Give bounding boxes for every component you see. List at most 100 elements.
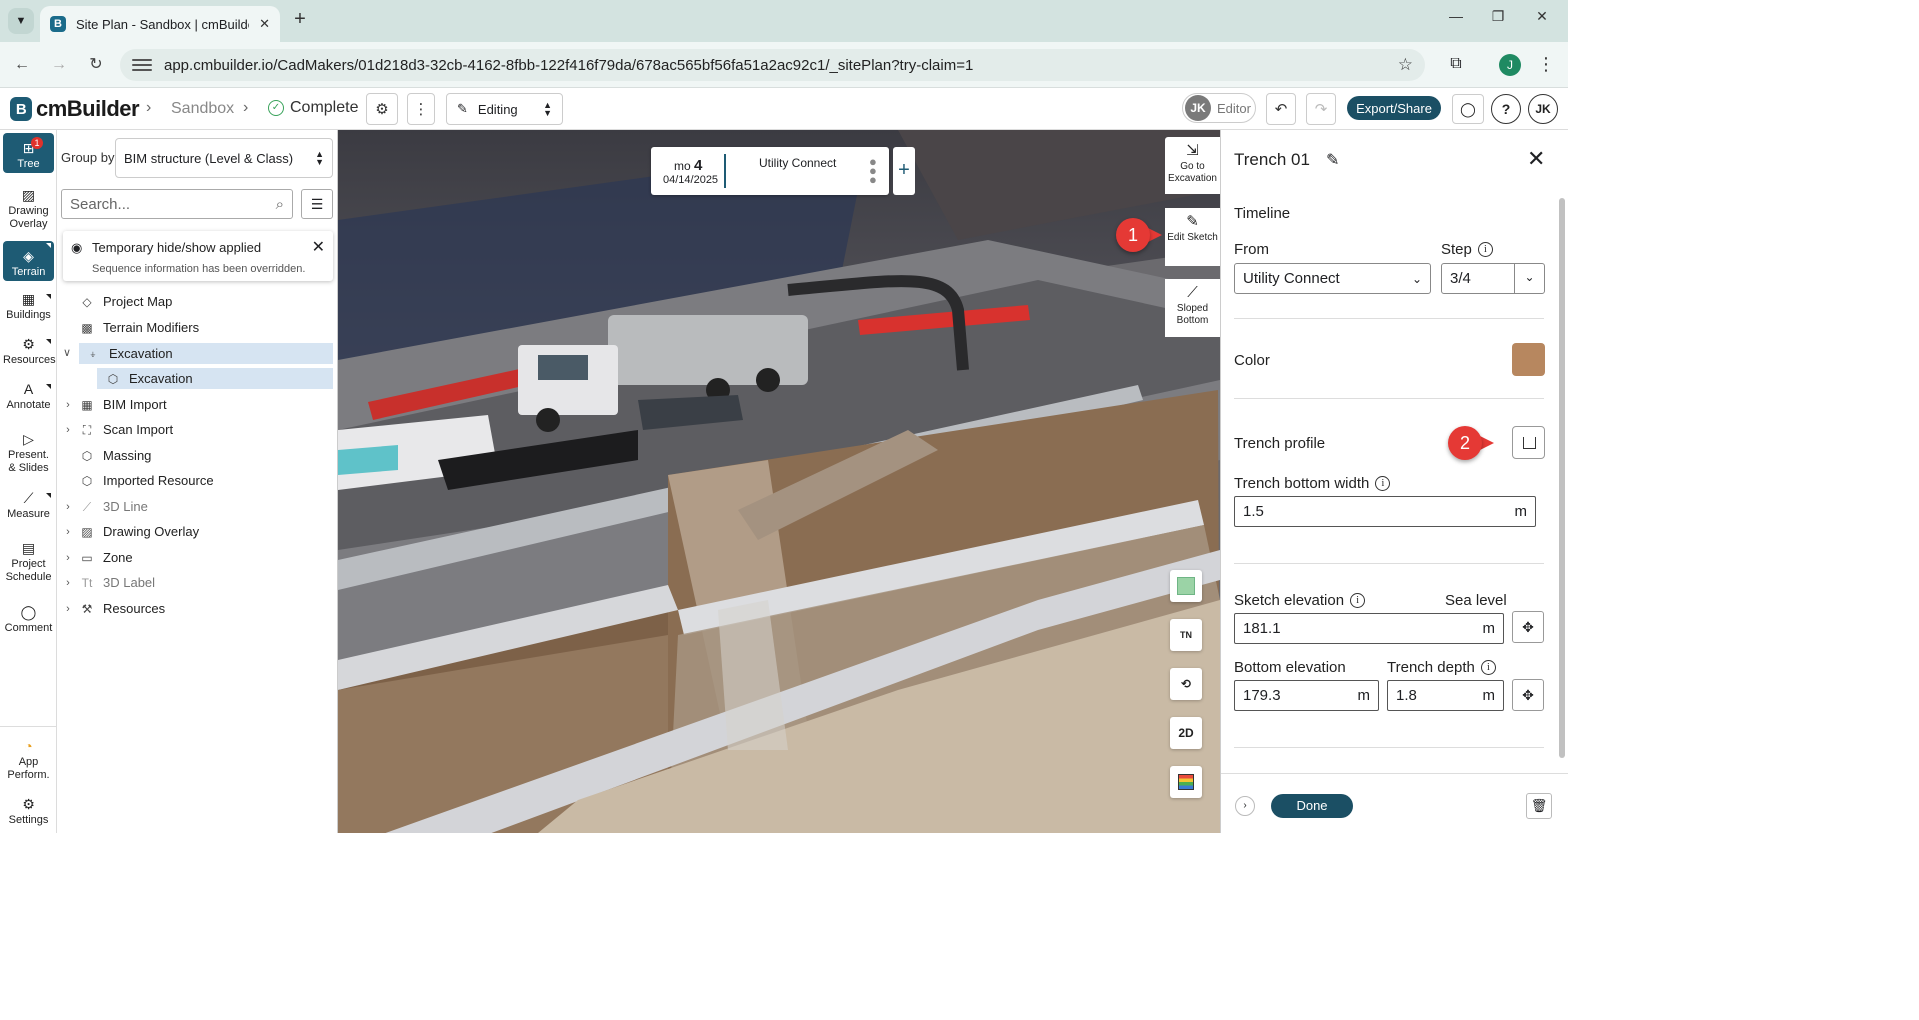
tree-node-project-map[interactable]: ◇ Project Map (57, 291, 333, 312)
add-sequence-button[interactable]: + (893, 147, 915, 195)
chevron-down-icon[interactable]: ∨ (63, 346, 71, 359)
rail-item-tree[interactable]: ⊞ Tree 1 (3, 133, 54, 173)
tree-node-zone[interactable]: › ▭ Zone (57, 547, 333, 568)
extensions-icon[interactable]: ⧉ (1444, 52, 1468, 76)
back-icon[interactable]: ← (9, 52, 35, 78)
chevron-right-icon[interactable]: › (57, 526, 79, 538)
chevron-right-icon[interactable]: › (57, 501, 79, 513)
tree-search-input[interactable]: Search... ⌕ (61, 189, 293, 219)
trench-depth-value: 1.8 (1396, 687, 1417, 704)
more-options-button[interactable]: ⋮ (407, 93, 435, 125)
info-icon[interactable]: i (1480, 660, 1496, 675)
profile-avatar[interactable]: J (1499, 54, 1521, 76)
new-tab-button[interactable]: + (288, 8, 312, 32)
edit-sketch-button[interactable]: ✎ Edit Sketch (1165, 208, 1220, 266)
breadcrumb-status[interactable]: ✓ Complete (268, 99, 358, 117)
3d-viewport[interactable]: mo 4 04/14/2025 Utility Connect ● ● ● + ⇲ … (338, 130, 1220, 833)
info-icon[interactable]: i (1350, 593, 1366, 608)
account-avatar[interactable]: JK (1528, 94, 1558, 124)
reload-icon[interactable]: ↻ (83, 52, 109, 78)
tree-node-massing[interactable]: ⬡ Massing (57, 445, 333, 466)
color-swatch[interactable] (1512, 343, 1545, 376)
help-button[interactable]: ? (1491, 94, 1521, 124)
chevron-right-icon[interactable]: › (57, 399, 79, 411)
tree-node-scan-import[interactable]: › ⛶ Scan Import (57, 419, 333, 440)
legend-button[interactable] (1170, 766, 1202, 798)
trash-icon[interactable]: 🗑 (1526, 793, 1552, 819)
rename-pencil-icon[interactable]: ✎ (1326, 150, 1339, 170)
chevron-right-icon[interactable]: › (1235, 796, 1255, 816)
user-role-pill[interactable]: JK Editor (1182, 93, 1256, 123)
bottom-elevation-input[interactable]: 179.3 m (1234, 680, 1379, 711)
chevron-right-icon[interactable]: › (57, 424, 79, 436)
rail-item-terrain[interactable]: ◈ Terrain (3, 241, 54, 281)
chevron-right-icon[interactable]: › (57, 577, 79, 589)
bookmark-star-icon[interactable]: ☆ (1398, 55, 1413, 75)
undo-button[interactable]: ↶ (1266, 93, 1296, 125)
rail-item-app-performance[interactable]: ◔ App Perform. (3, 739, 54, 782)
tree-node-drawing-overlay[interactable]: › ▨ Drawing Overlay (57, 521, 333, 542)
mode-select[interactable]: ✎ Editing ▲ ▼ (446, 93, 563, 125)
trench-depth-input[interactable]: 1.8 m (1387, 680, 1504, 711)
tree-node-3d-line[interactable]: › ⟋ 3D Line (57, 496, 333, 517)
redo-button[interactable]: ↷ (1306, 93, 1336, 125)
rail-item-measure[interactable]: ⟋ Measure (3, 491, 54, 521)
map-layer-button[interactable] (1170, 570, 1202, 602)
chevron-right-icon[interactable]: › (57, 552, 79, 564)
orbit-button[interactable]: ⟲ (1170, 668, 1202, 700)
tab-search-button[interactable]: ▼ (8, 8, 34, 34)
settings-gear-button[interactable]: ⚙ (366, 93, 398, 125)
done-button[interactable]: Done (1271, 794, 1353, 818)
tree-node-resources[interactable]: › ⚒ Resources (57, 598, 333, 619)
app-logo[interactable]: B cmBuilder (10, 96, 140, 122)
url-text[interactable]: app.cmbuilder.io/CadMakers/01d218d3-32cb… (164, 57, 1386, 74)
filter-list-button[interactable]: ☰ (301, 189, 333, 219)
view-mode-toggle[interactable]: 2D (1170, 717, 1202, 749)
site-info-icon[interactable] (132, 57, 152, 73)
export-share-button[interactable]: Export/Share (1347, 96, 1441, 120)
address-bar[interactable]: app.cmbuilder.io/CadMakers/01d218d3-32cb… (120, 49, 1425, 81)
close-panel-icon[interactable]: ✕ (1527, 146, 1545, 172)
go-to-excavation-button[interactable]: ⇲ Go to Excavation (1165, 137, 1220, 194)
tree-node-bim-import[interactable]: › ▦ BIM Import (57, 394, 333, 415)
trench-profile-button[interactable] (1512, 426, 1545, 459)
true-north-button[interactable]: TN (1170, 619, 1202, 651)
close-icon[interactable]: ✕ (312, 237, 325, 257)
sketch-elevation-input[interactable]: 181.1 m (1234, 613, 1504, 644)
chat-button[interactable]: ◯ (1452, 94, 1484, 124)
info-icon[interactable]: i (1375, 476, 1391, 491)
panel-scrollbar[interactable] (1559, 198, 1565, 758)
pick-sketch-elevation-button[interactable]: ✥ (1512, 611, 1544, 643)
rail-item-comment[interactable]: ◯ Comment (3, 605, 54, 635)
pick-depth-button[interactable]: ✥ (1512, 679, 1544, 711)
bottom-width-input[interactable]: 1.5 m (1234, 496, 1536, 527)
restore-icon[interactable]: ❐ (1480, 8, 1516, 32)
rail-item-annotate[interactable]: A Annotate (3, 382, 54, 412)
sequence-card[interactable]: mo 4 04/14/2025 Utility Connect ● ● ● (651, 147, 889, 195)
group-by-select[interactable]: BIM structure (Level & Class) ▲ ▼ (115, 138, 333, 178)
drag-handle-icon[interactable]: ● ● ● (869, 155, 877, 186)
rail-item-buildings[interactable]: ▦ Buildings (3, 292, 54, 322)
rail-item-resources[interactable]: ⚙ Resources (3, 337, 56, 367)
tree-node-excavation-group[interactable]: ⍖ Excavation (79, 343, 333, 364)
chevron-right-icon[interactable]: › (57, 603, 79, 615)
close-tab-icon[interactable]: ✕ (259, 16, 270, 32)
rail-item-drawing-overlay[interactable]: ▨ Drawing Overlay (3, 188, 54, 231)
rail-item-project-schedule[interactable]: ▤ Project Schedule (3, 541, 54, 584)
tree-node-3d-label[interactable]: › Tt 3D Label (57, 572, 333, 593)
info-icon[interactable]: i (1477, 242, 1493, 257)
tree-node-terrain-modifiers[interactable]: ▩ Terrain Modifiers (57, 317, 333, 338)
tree-node-excavation-item[interactable]: ⬡ Excavation (97, 368, 333, 389)
from-select[interactable]: Utility Connect ⌄ (1234, 263, 1431, 294)
browser-menu-icon[interactable]: ⋮ (1534, 52, 1558, 76)
forward-icon[interactable]: → (46, 52, 72, 78)
sloped-bottom-button[interactable]: ⟋ Sloped Bottom (1165, 279, 1220, 337)
rail-item-settings[interactable]: ⚙ Settings (3, 797, 54, 827)
browser-tab[interactable]: B Site Plan - Sandbox | cmBuilder ✕ (40, 6, 280, 42)
minimize-icon[interactable]: — (1438, 8, 1474, 32)
close-window-icon[interactable]: ✕ (1524, 8, 1560, 32)
breadcrumb-project[interactable]: Sandbox (171, 100, 234, 118)
tree-node-imported-resource[interactable]: ⬡ Imported Resource (57, 470, 333, 491)
rail-item-present-slides[interactable]: ▷ Present. & Slides (3, 432, 54, 475)
step-select[interactable]: 3/4 ⌄ (1441, 263, 1545, 294)
